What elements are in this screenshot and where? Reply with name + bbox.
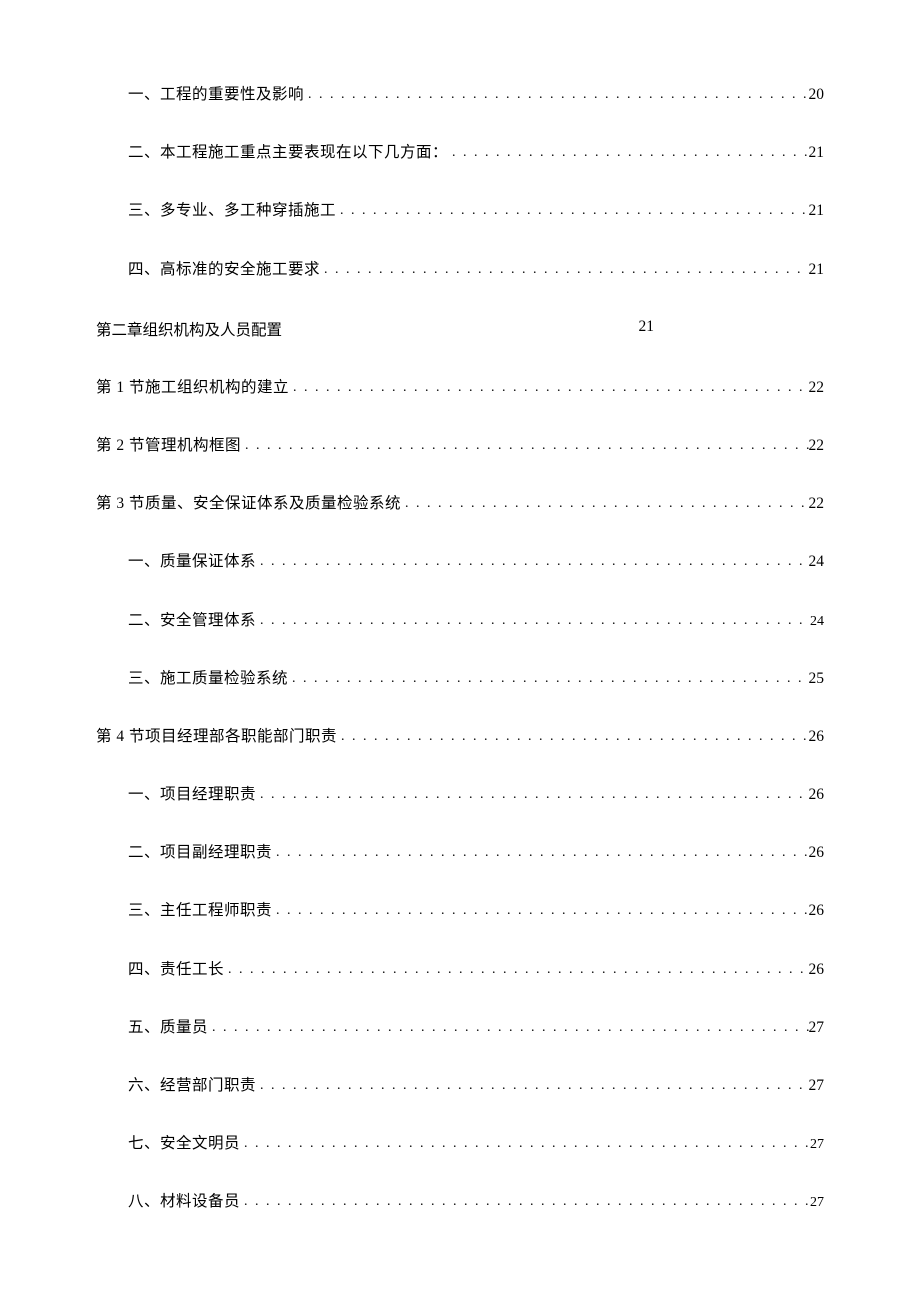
toc-dot-leader	[256, 553, 808, 571]
toc-dot-leader	[337, 728, 808, 746]
toc-entry-label: 二、本工程施工重点主要表现在以下几方面：	[128, 143, 448, 163]
toc-entry-page: 21	[639, 318, 825, 340]
toc-entry-label: 二、安全管理体系	[128, 611, 256, 631]
toc-entry-page: 21	[809, 201, 825, 221]
toc-entry-page: 22	[809, 436, 825, 456]
toc-entry-page: 20	[809, 85, 825, 105]
toc-dot-leader	[401, 495, 808, 513]
toc-entry-page: 26	[809, 901, 825, 921]
toc-entry-label: 一、项目经理职责	[128, 785, 256, 805]
table-of-contents: 一、工程的重要性及影响20二、本工程施工重点主要表现在以下几方面：21三、多专业…	[96, 85, 824, 1213]
toc-dot-leader	[288, 670, 808, 688]
toc-entry-page: 26	[809, 843, 825, 863]
toc-entry: 五、质量员 27	[96, 1018, 824, 1038]
toc-entry-page: 26	[809, 785, 825, 805]
toc-entry-label: 二、项目副经理职责	[128, 843, 272, 863]
toc-entry-label: 三、施工质量检验系统	[128, 669, 288, 689]
toc-dot-leader	[240, 1193, 810, 1211]
toc-entry-label: 第二章组织机构及人员配置	[96, 318, 282, 340]
toc-entry: 三、施工质量检验系统 25	[96, 669, 824, 689]
toc-entry: 三、主任工程师职责 26	[96, 901, 824, 921]
toc-dot-leader	[241, 437, 808, 455]
toc-dot-leader	[256, 1077, 808, 1095]
toc-entry-label: 八、材料设备员	[128, 1192, 240, 1212]
toc-entry-label: 四、高标准的安全施工要求	[128, 260, 320, 280]
toc-entry-page: 27	[809, 1018, 825, 1038]
toc-entry-label: 第 1 节施工组织机构的建立	[96, 378, 289, 398]
toc-entry-page: 24	[809, 552, 825, 572]
toc-entry-page: 26	[809, 960, 825, 980]
toc-entry-label: 七、安全文明员	[128, 1134, 240, 1154]
toc-dot-leader	[272, 902, 808, 920]
toc-entry-page: 27	[810, 1136, 824, 1154]
toc-dot-leader	[304, 86, 808, 104]
toc-dot-leader	[448, 144, 808, 162]
toc-entry-label: 第 3 节质量、安全保证体系及质量检验系统	[96, 494, 401, 514]
toc-entry: 四、责任工长 26	[96, 960, 824, 980]
toc-entry-page: 22	[809, 378, 825, 398]
toc-entry: 一、项目经理职责 26	[96, 785, 824, 805]
toc-entry-label: 三、多专业、多工种穿插施工	[128, 201, 336, 221]
toc-entry-label: 五、质量员	[128, 1018, 208, 1038]
toc-entry: 八、材料设备员 27	[96, 1192, 824, 1212]
toc-entry-page: 26	[809, 727, 825, 747]
toc-entry: 二、安全管理体系 24	[96, 611, 824, 631]
toc-entry-page: 27	[809, 1076, 825, 1096]
toc-entry-label: 四、责任工长	[128, 960, 224, 980]
toc-entry-label: 一、工程的重要性及影响	[128, 85, 304, 105]
toc-entry: 一、质量保证体系 24	[96, 552, 824, 572]
toc-entry-label: 三、主任工程师职责	[128, 901, 272, 921]
toc-entry-page: 22	[809, 494, 825, 514]
toc-entry: 第 4 节项目经理部各职能部门职责 26	[96, 727, 824, 747]
toc-dot-leader	[320, 261, 808, 279]
toc-entry-page: 24	[810, 613, 824, 631]
toc-dot-leader	[208, 1019, 808, 1037]
toc-entry: 二、项目副经理职责 26	[96, 843, 824, 863]
toc-entry: 第 1 节施工组织机构的建立 22	[96, 378, 824, 398]
toc-entry: 一、工程的重要性及影响 20	[96, 85, 824, 105]
toc-chapter-heading: 第二章组织机构及人员配置 21	[96, 318, 824, 340]
toc-dot-leader	[256, 786, 808, 804]
toc-dot-leader	[272, 844, 808, 862]
toc-entry: 三、多专业、多工种穿插施工 21	[96, 201, 824, 221]
toc-entry-label: 一、质量保证体系	[128, 552, 256, 572]
toc-dot-leader	[289, 379, 808, 397]
toc-entry: 七、安全文明员 27	[96, 1134, 824, 1154]
toc-entry-label: 第 4 节项目经理部各职能部门职责	[96, 727, 337, 747]
toc-dot-leader	[336, 202, 808, 220]
toc-entry-label: 第 2 节管理机构框图	[96, 436, 241, 456]
toc-entry-page: 21	[809, 260, 825, 280]
toc-entry-page: 27	[810, 1194, 824, 1212]
toc-entry: 第 3 节质量、安全保证体系及质量检验系统 22	[96, 494, 824, 514]
toc-dot-leader	[240, 1135, 810, 1153]
toc-entry-page: 25	[809, 669, 825, 689]
toc-dot-leader	[256, 612, 810, 630]
toc-entry: 六、经营部门职责 27	[96, 1076, 824, 1096]
toc-entry: 二、本工程施工重点主要表现在以下几方面： 21	[96, 143, 824, 163]
toc-dot-leader	[224, 961, 808, 979]
toc-entry: 第 2 节管理机构框图 22	[96, 436, 824, 456]
toc-entry: 四、高标准的安全施工要求 21	[96, 260, 824, 280]
toc-entry-label: 六、经营部门职责	[128, 1076, 256, 1096]
toc-entry-page: 21	[809, 143, 825, 163]
